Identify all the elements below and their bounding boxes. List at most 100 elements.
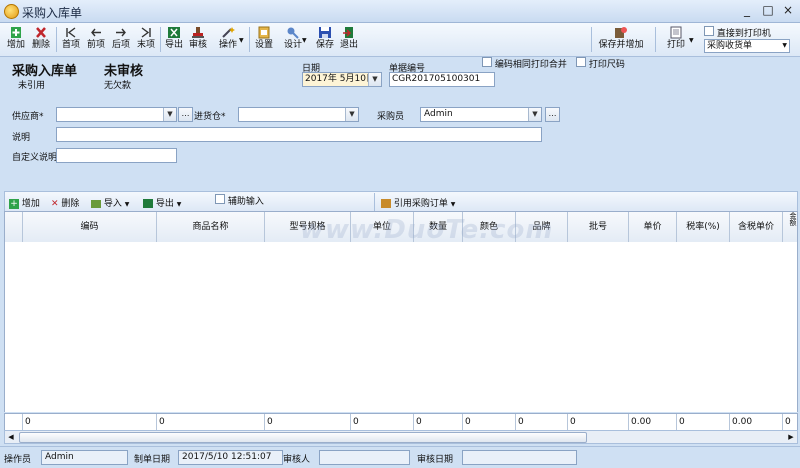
buyer-select[interactable]: Admin ▼ [420, 107, 542, 122]
auditor-label: 审核人 [283, 455, 311, 465]
assist-input-checkbox[interactable] [215, 194, 225, 204]
auditor-value [319, 450, 410, 465]
settings-button[interactable]: 设置 [252, 25, 276, 54]
order-icon [381, 199, 391, 208]
size-print-checkbox[interactable] [576, 57, 586, 67]
maximize-button[interactable]: □ [759, 3, 777, 18]
ref-purchase-order-button[interactable]: 引用采购订单 ▼ [381, 196, 455, 209]
minimize-button[interactable]: _ [738, 3, 756, 18]
delete-button[interactable]: 删除 [29, 25, 53, 54]
ref-order-dropdown-arrow-icon[interactable]: ▼ [451, 201, 456, 208]
print-direct-checkbox[interactable] [704, 26, 714, 36]
next-button[interactable]: 后项 [109, 25, 133, 54]
grid-delete-button[interactable]: ✕ 删除 [51, 196, 79, 209]
note-input[interactable] [56, 127, 542, 142]
first-button[interactable]: 首项 [59, 25, 83, 54]
status-bar: 操作员 Admin 制单日期 2017/5/10 12:51:07 审核人 审核… [0, 446, 800, 468]
chevron-down-icon[interactable]: ▼ [368, 73, 381, 86]
created-date-value: 2017/5/10 12:51:07 [178, 450, 283, 465]
window-title: 采购入库单 [22, 6, 83, 20]
buyer-label: 采购员 [377, 112, 405, 122]
prev-button[interactable]: 前项 [84, 25, 108, 54]
design-dropdown-arrow-icon[interactable]: ▼ [302, 37, 307, 44]
audit-button[interactable]: 审核 [186, 25, 210, 54]
save-and-add-button[interactable]: 保存并增加 [594, 25, 648, 54]
title-bar: 采购入库单 _ □ × [0, 0, 800, 23]
merge-print-option[interactable]: 编码相同打印合并 [482, 57, 567, 70]
column-header[interactable]: 税率(%) [676, 212, 729, 243]
grid-summary-row: 0 0 0 0 0 0 0 0 0.00 0 0.00 0 [4, 413, 798, 431]
merge-print-checkbox[interactable] [482, 57, 492, 67]
horizontal-scrollbar[interactable]: ◀ ▶ [4, 430, 798, 444]
operator-label: 操作员 [4, 455, 32, 465]
grid-body[interactable] [4, 242, 798, 412]
print-dropdown-arrow-icon[interactable]: ▼ [689, 37, 694, 44]
date-picker[interactable]: 2017年 5月10日 ▼ [302, 72, 382, 87]
grid-import-button[interactable]: 导入 ▼ [91, 196, 129, 209]
column-header[interactable]: 单价 [628, 212, 676, 243]
column-header[interactable]: 金额 [782, 212, 797, 243]
export-dropdown-arrow-icon[interactable]: ▼ [177, 201, 182, 208]
date-value: 2017年 5月10日 [305, 74, 375, 84]
grid-export-button[interactable]: 导出 ▼ [143, 196, 181, 209]
delete-icon: ✕ [51, 199, 59, 209]
watermark: www.DuoTe.com [300, 215, 554, 245]
print-template-select[interactable]: 采购收货单 ▼ [704, 39, 790, 53]
doc-title: 采购入库单 [12, 64, 78, 79]
last-record-icon [141, 27, 151, 38]
add-icon: + [9, 198, 19, 209]
warehouse-select[interactable]: ▼ [238, 107, 359, 122]
docno-field[interactable]: CGR201705100301 [389, 72, 495, 87]
chevron-down-icon[interactable]: ▼ [163, 108, 176, 121]
operate-dropdown-arrow-icon[interactable]: ▼ [239, 37, 244, 44]
chevron-down-icon: ▼ [782, 42, 787, 49]
app-icon [4, 4, 19, 19]
grid-add-button[interactable]: + 增加 [9, 196, 40, 209]
first-record-icon [66, 27, 76, 38]
print-direct-option[interactable]: 直接到打印机 [704, 26, 771, 39]
reference-status: 未引用 [18, 81, 46, 91]
audit-date-value [462, 450, 577, 465]
chevron-down-icon[interactable]: ▼ [528, 108, 541, 121]
wand-icon [222, 27, 235, 38]
supplier-browse-button[interactable]: … [178, 107, 193, 122]
summary-cell: 0 [350, 414, 413, 430]
last-button[interactable]: 末项 [134, 25, 158, 54]
buyer-browse-button[interactable]: … [545, 107, 560, 122]
note-label: 说明 [12, 133, 31, 143]
column-header[interactable]: 编码 [22, 212, 156, 243]
scroll-left-icon[interactable]: ◀ [6, 431, 16, 443]
arrow-left-icon [91, 28, 101, 37]
supplier-select[interactable]: ▼ [56, 107, 177, 122]
settings-icon [258, 26, 270, 39]
add-icon [11, 27, 21, 38]
size-print-option[interactable]: 打印尺码 [576, 57, 625, 70]
custom-note-input[interactable] [56, 148, 177, 163]
grid-toolbar: + 增加 ✕ 删除 导入 ▼ 导出 ▼ 辅助输入 引用采购订单 ▼ [4, 191, 798, 213]
export-button[interactable]: 导出 [162, 25, 186, 54]
custom-note-label: 自定义说明 [12, 153, 58, 163]
merge-print-label: 编码相同打印合并 [494, 60, 567, 70]
print-button[interactable]: 打印 [661, 25, 691, 54]
assist-input-option[interactable]: 辅助输入 [215, 194, 264, 207]
docno-value: CGR201705100301 [392, 74, 481, 84]
close-button[interactable]: × [779, 3, 797, 18]
separator [591, 27, 592, 52]
summary-cell: 0 [22, 414, 156, 430]
save-button[interactable]: 保存 [313, 25, 337, 54]
column-header[interactable]: 商品名称 [156, 212, 264, 243]
exit-button[interactable]: 退出 [337, 25, 361, 54]
add-button[interactable]: 增加 [4, 25, 28, 54]
chevron-down-icon[interactable]: ▼ [345, 108, 358, 121]
scroll-right-icon[interactable]: ▶ [786, 431, 796, 443]
separator [249, 27, 250, 52]
summary-cell: 0 [462, 414, 515, 430]
main-toolbar: 增加 删除 首项 前项 后项 末项 导出 审核 操作 ▼ 设置 设计 ▼ 保存 … [0, 23, 800, 57]
scrollbar-thumb[interactable] [19, 432, 587, 443]
column-header[interactable]: 含税单价 [729, 212, 782, 243]
design-icon [287, 27, 299, 39]
column-header[interactable]: 批号 [567, 212, 628, 243]
separator [374, 193, 375, 211]
import-dropdown-arrow-icon[interactable]: ▼ [125, 201, 130, 208]
summary-cell: 0 [515, 414, 567, 430]
